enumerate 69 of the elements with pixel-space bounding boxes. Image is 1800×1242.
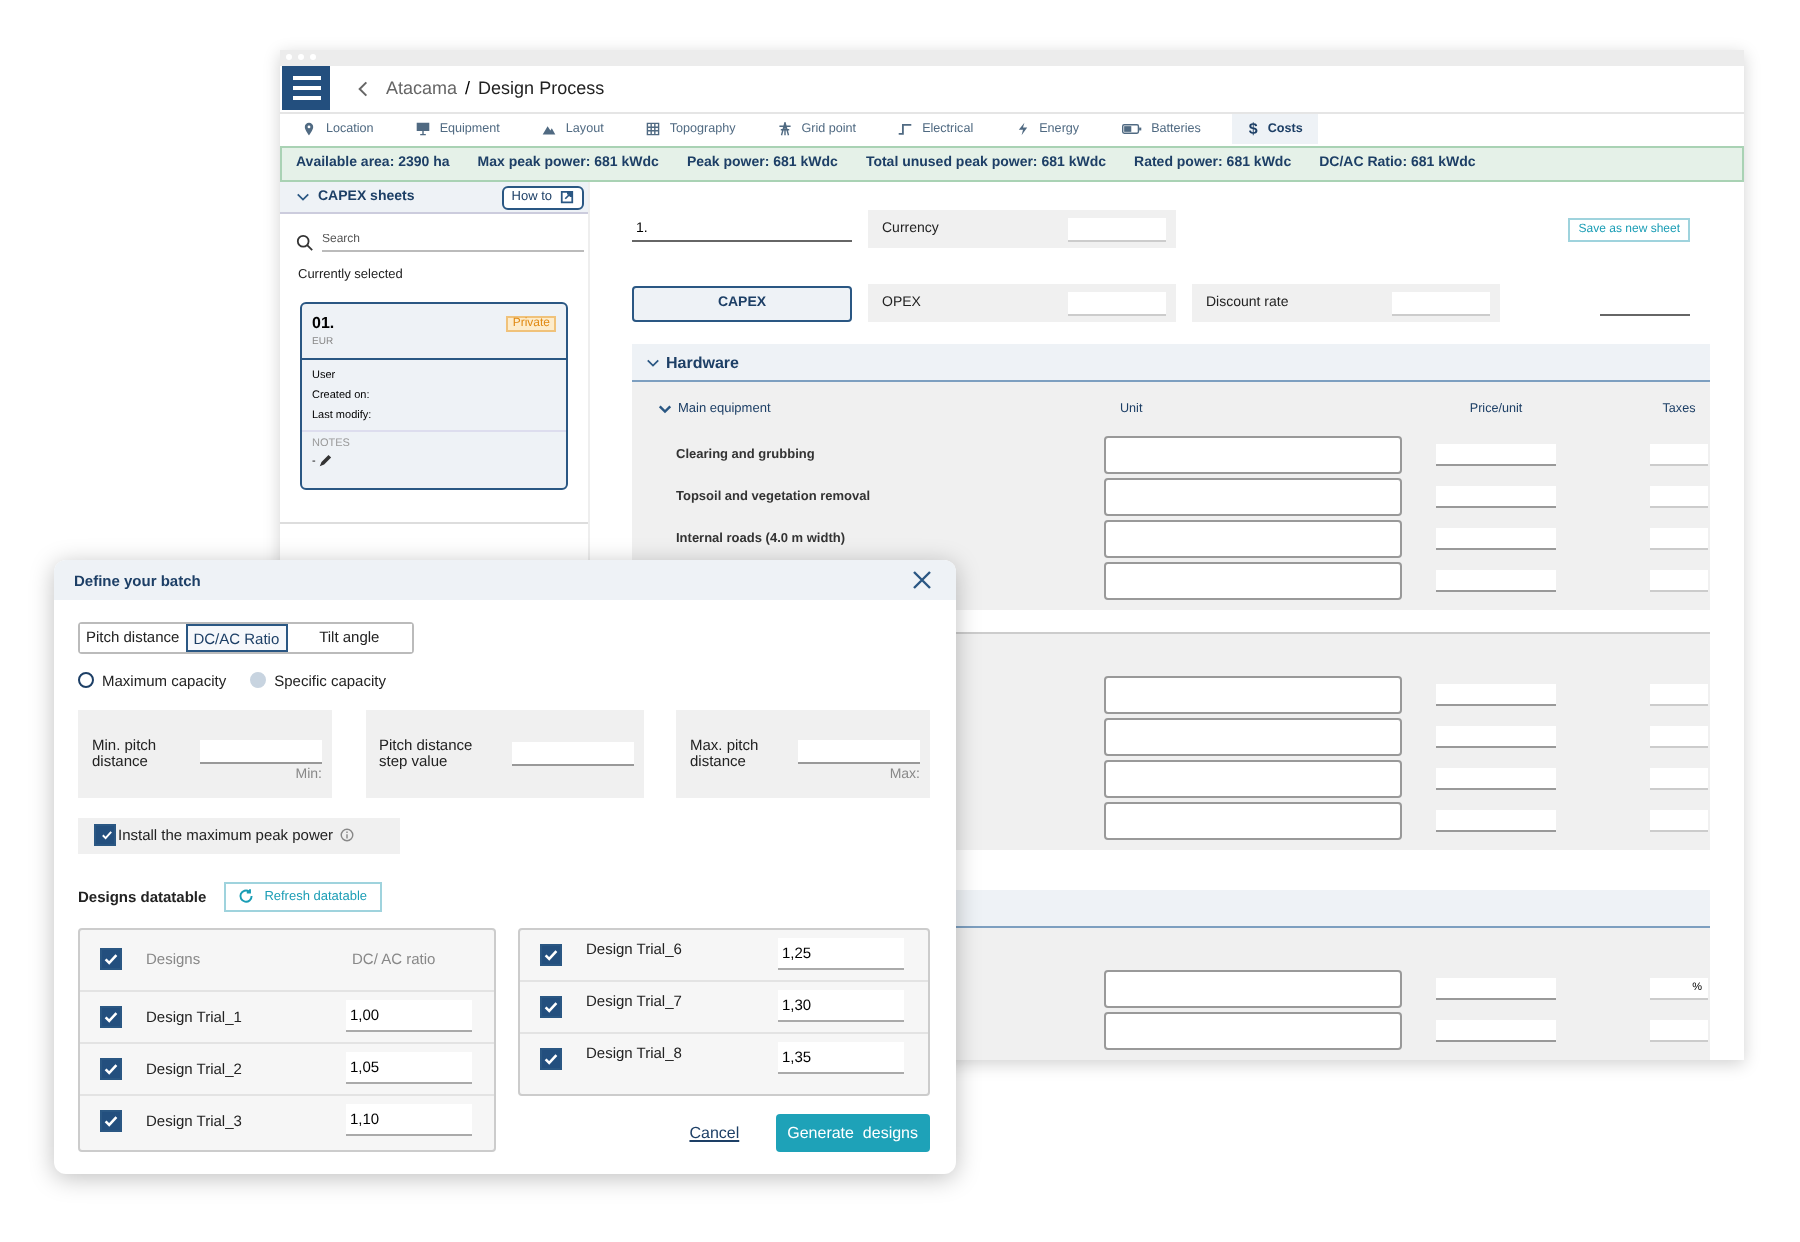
unit-field[interactable] [1104,802,1402,840]
menu-icon [291,76,321,101]
external-link-icon [560,190,574,204]
location-pin-icon [302,121,316,136]
price-field[interactable] [1436,486,1556,508]
taxes-field[interactable] [1650,810,1708,832]
unit-field[interactable] [1104,760,1402,798]
section-header[interactable]: Hardware [632,344,1710,382]
price-field[interactable] [1436,810,1556,832]
checkmark-icon [102,1111,120,1129]
unit-field[interactable] [1104,478,1402,516]
lightning-icon [1015,121,1030,136]
taxes-field[interactable] [1650,486,1708,508]
checkmark-icon [542,945,560,963]
checkmark-icon [542,997,560,1015]
checkbox[interactable] [540,1047,562,1069]
taxes-field[interactable] [1650,444,1708,466]
price-field[interactable] [1436,768,1556,790]
tower-icon [777,121,792,136]
checkbox[interactable] [100,1109,122,1131]
step-line-icon [898,121,913,136]
price-field[interactable] [1436,444,1556,466]
checkmark-icon [100,826,114,844]
unit-field[interactable] [1104,520,1402,558]
menu-button[interactable] [282,66,330,111]
unit-field[interactable] [1104,718,1402,756]
checkmark-icon [102,1007,120,1025]
unit-field[interactable] [1104,676,1402,714]
pencil-icon[interactable] [317,454,332,468]
checkbox[interactable] [100,1005,122,1027]
taxes-field[interactable] [1650,528,1708,550]
section-title: Hardware [666,353,739,371]
battery-icon [1121,121,1142,136]
solar-panel-icon [415,121,430,136]
checkbox[interactable] [100,1057,122,1079]
price-field[interactable] [1436,978,1556,1000]
checkmark-icon [542,1049,560,1067]
info-icon[interactable] [339,828,354,842]
checkmark-icon [102,950,120,968]
unit-field[interactable] [1104,1012,1402,1050]
checkbox[interactable] [540,943,562,965]
close-icon[interactable] [912,570,932,590]
grid-icon [645,121,660,136]
taxes-field[interactable] [1650,570,1708,592]
cancel-link[interactable]: Cancel [689,1123,740,1141]
refresh-icon [238,888,255,904]
mountain-icon [541,121,556,136]
breadcrumb-link[interactable]: Atacama [386,78,458,99]
price-field[interactable] [1436,684,1556,706]
back-chevron-icon[interactable] [358,79,368,98]
taxes-field[interactable] [1650,1020,1708,1042]
price-field[interactable] [1436,1020,1556,1042]
taxes-field[interactable] [1650,684,1708,706]
taxes-field[interactable] [1650,768,1708,790]
breadcrumb-separator: / [465,78,471,99]
price-field[interactable] [1436,726,1556,748]
checkbox[interactable] [540,995,562,1017]
unit-field[interactable] [1104,970,1402,1008]
checkbox[interactable] [94,824,116,846]
search-icon [296,234,314,252]
price-field[interactable] [1436,570,1556,592]
unit-field[interactable] [1104,436,1402,474]
breadcrumb-current: Design Process [478,78,605,99]
taxes-field[interactable] [1650,726,1708,748]
checkmark-icon [102,1059,120,1077]
sheet-title: 01. [312,314,335,332]
price-field[interactable] [1436,528,1556,550]
checkbox[interactable] [100,948,122,970]
unit-field[interactable] [1104,562,1402,600]
